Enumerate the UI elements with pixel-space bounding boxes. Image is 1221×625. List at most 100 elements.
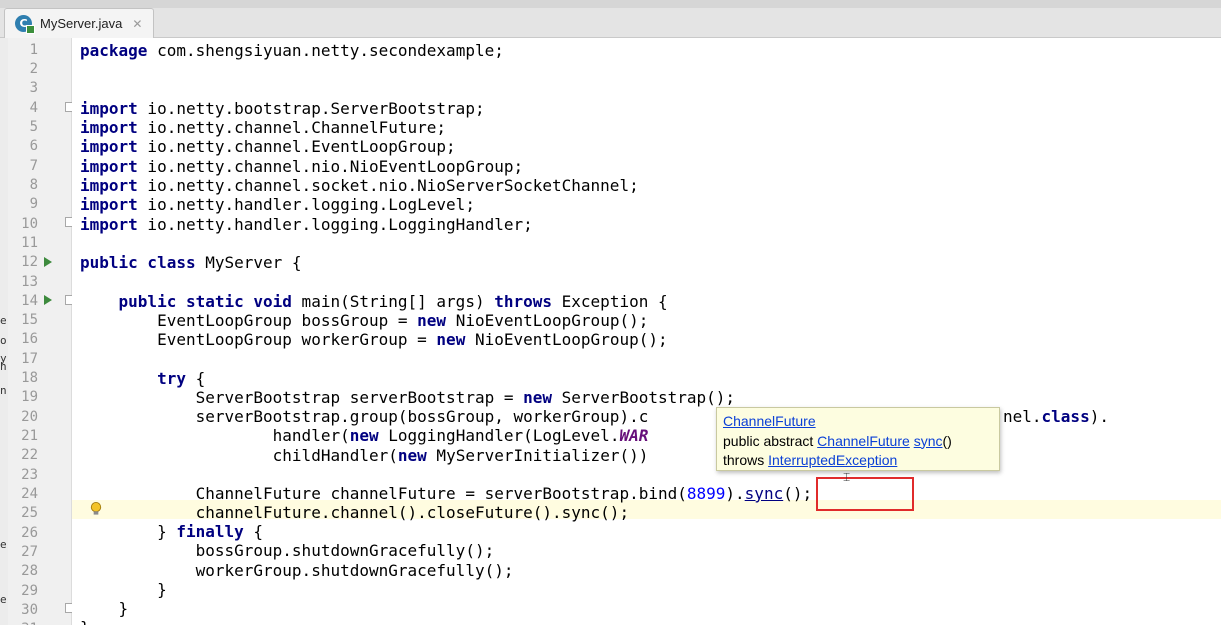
left-panel-char: e (0, 538, 7, 551)
line-number: 16 (21, 331, 38, 347)
keyword: import (80, 118, 138, 137)
channelfuture-link[interactable]: ChannelFuture (723, 413, 816, 429)
code-line-20: serverBootstrap.group(bossGroup, workerG… (80, 407, 649, 426)
code-text: channelFuture.channel().closeFuture().sy… (80, 503, 630, 522)
code-text: serverBootstrap.group(bossGroup, workerG… (80, 407, 649, 426)
code-text: io.netty.channel.EventLoopGroup; (137, 137, 456, 156)
line-number: 29 (21, 583, 38, 599)
tab-title: MyServer.java (40, 16, 123, 31)
code-line-31: } (80, 618, 90, 625)
code-line-10: import io.netty.handler.logging.LoggingH… (80, 215, 533, 234)
keyword: new (349, 426, 379, 445)
line-number: 21 (21, 428, 38, 444)
line-number: 17 (21, 351, 38, 367)
code-text: ). (725, 484, 745, 503)
sync-method-link[interactable]: sync (745, 484, 784, 503)
keyword: new (417, 311, 447, 330)
code-line-7: import io.netty.channel.nio.NioEventLoop… (80, 157, 523, 176)
keyword: import (80, 99, 138, 118)
code-text: { (185, 369, 206, 388)
code-text: LoggingHandler(LogLevel. (378, 426, 620, 445)
code-text: nel. (1003, 407, 1042, 426)
signature-modifiers: public abstract (723, 432, 818, 449)
tab-myserver-java[interactable]: C MyServer.java ✕ (4, 8, 154, 38)
line-number: 12 (21, 254, 38, 270)
line-number: 15 (21, 312, 38, 328)
line-number: 30 (21, 602, 38, 618)
code-line-30: } (80, 599, 129, 618)
code-text: } (80, 580, 167, 599)
keyword: finally (176, 522, 244, 541)
left-panel-char: o (0, 334, 7, 347)
keyword: class (1041, 407, 1090, 426)
highlight-annotation-box (816, 477, 914, 511)
code-line-21: handler(new LoggingHandler(LogLevel.WAR (80, 426, 649, 445)
code-text: io.netty.channel.socket.nio.NioServerSoc… (137, 176, 639, 195)
line-number: 22 (21, 447, 38, 463)
run-class-icon[interactable] (44, 257, 52, 267)
code-text: ). (1089, 407, 1109, 426)
run-main-icon[interactable] (44, 295, 52, 305)
method-name-link[interactable]: sync (914, 433, 943, 449)
code-text: io.netty.handler.logging.LogLevel; (137, 195, 475, 214)
line-number: 11 (21, 235, 38, 251)
code-line-19: ServerBootstrap serverBootstrap = new Se… (80, 388, 735, 407)
code-text: io.netty.bootstrap.ServerBootstrap; (137, 99, 485, 118)
line-number: 3 (29, 80, 38, 96)
throws-keyword: throws (723, 452, 769, 468)
code-text: EventLoopGroup workerGroup = (80, 330, 437, 349)
left-panel-char: h (0, 360, 7, 373)
keyword: package (80, 41, 148, 60)
window-top-strip (0, 0, 1221, 8)
return-type-link[interactable]: ChannelFuture (817, 433, 910, 449)
code-line-5: import io.netty.channel.ChannelFuture; (80, 118, 446, 137)
line-number-gutter[interactable]: 1 2 3 4 5 6 7 8 9 10 11 12 13 14 15 16 1… (8, 38, 75, 625)
code-text: com.shengsiyuan.netty.secondexample; (147, 41, 504, 60)
code-text: handler( (80, 426, 350, 445)
code-text: (); (783, 484, 813, 503)
exception-link[interactable]: InterruptedException (768, 452, 897, 468)
line-number: 9 (29, 196, 38, 212)
line-number: 10 (21, 216, 38, 232)
quick-documentation-popup[interactable]: ChannelFuture public abstract ChannelFut… (716, 407, 1000, 471)
code-line-20-tail: nel.class). (1003, 407, 1109, 426)
code-text: NioEventLoopGroup(); (446, 311, 649, 330)
code-text: EventLoopGroup bossGroup = (80, 311, 418, 330)
line-number: 14 (21, 293, 38, 309)
enum-constant: WAR (619, 426, 649, 445)
code-text: ServerBootstrap(); (552, 388, 736, 407)
code-line-24: ChannelFuture channelFuture = serverBoot… (80, 484, 813, 503)
keyword: new (436, 330, 466, 349)
code-text: } (80, 599, 129, 618)
code-line-29: } (80, 580, 167, 599)
keyword: new (523, 388, 553, 407)
line-number: 13 (21, 274, 38, 290)
keyword: new (397, 446, 427, 465)
code-text: } (80, 522, 177, 541)
keyword: throws (494, 292, 553, 311)
code-line-14: public static void main(String[] args) t… (80, 292, 668, 311)
code-text: ChannelFuture channelFuture = serverBoot… (80, 484, 687, 503)
line-number: 31 (8, 620, 38, 625)
code-text: MyServer { (195, 253, 302, 272)
code-line-26: } finally { (80, 522, 263, 541)
keyword: try (157, 369, 186, 388)
code-text: MyServerInitializer()) (426, 446, 649, 465)
line-number: 7 (29, 158, 38, 174)
line-number: 24 (21, 486, 38, 502)
code-line-25: channelFuture.channel().closeFuture().sy… (80, 503, 629, 522)
left-panel-char: e (0, 593, 7, 606)
left-panel-edge: e o y h n e e (0, 38, 8, 625)
code-line-1: package com.shengsiyuan.netty.secondexam… (80, 41, 504, 60)
close-icon[interactable]: ✕ (132, 17, 142, 31)
code-line-28: workerGroup.shutdownGracefully(); (80, 561, 514, 580)
line-number: 8 (29, 177, 38, 193)
line-number: 2 (29, 61, 38, 77)
code-line-9: import io.netty.handler.logging.LogLevel… (80, 195, 475, 214)
code-text: Exception { (552, 292, 668, 311)
code-line-27: bossGroup.shutdownGracefully(); (80, 541, 495, 560)
line-number: 18 (21, 370, 38, 386)
line-number: 4 (29, 100, 38, 116)
